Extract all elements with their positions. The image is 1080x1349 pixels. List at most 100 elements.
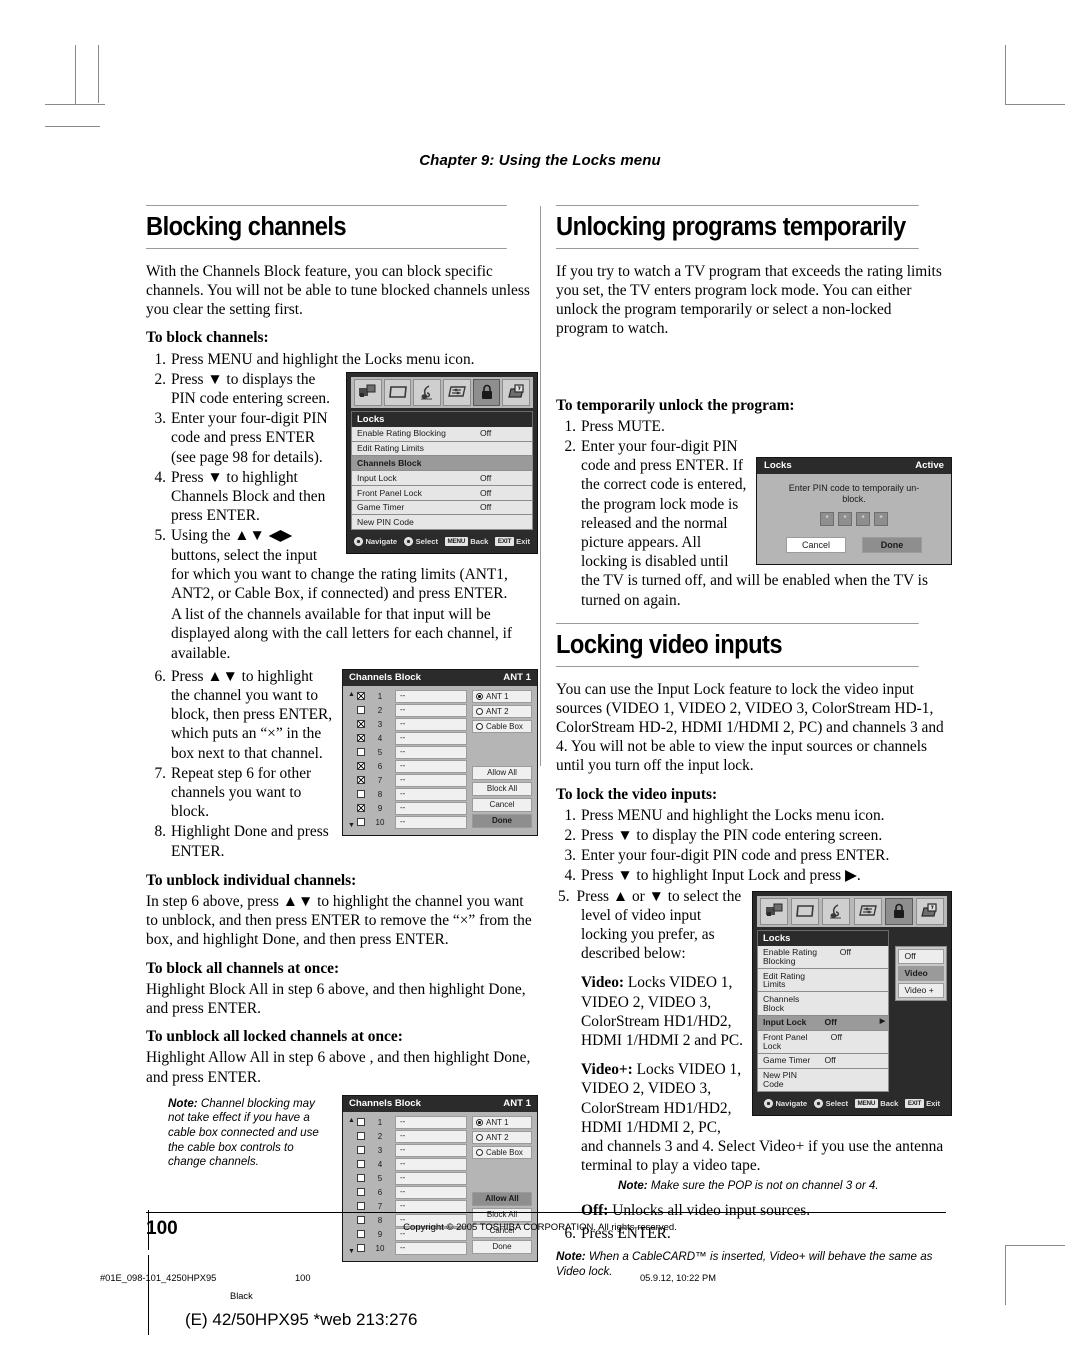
channel-row[interactable]: 9 -- (357, 801, 467, 815)
channel-row[interactable]: 5 -- (357, 1171, 467, 1185)
block-channels-steps: 1. Press MENU and highlight the Locks men… (146, 350, 534, 369)
unblock-individual-paragraph: In step 6 above, press ▲▼ to highlight t… (146, 893, 532, 949)
radio-icon (476, 707, 483, 715)
picture-icon[interactable] (760, 897, 788, 925)
definition-text-off: Unlocks all video input sources. (608, 1202, 811, 1220)
step-text: Press ▲▼ to highlight the channel you wa… (171, 667, 333, 762)
allow-all-button[interactable]: Allow All (472, 765, 532, 780)
channel-row[interactable]: 2 -- (357, 703, 467, 717)
osd-menu-row[interactable]: Game Timer Off (351, 500, 533, 516)
osd-row-label: Enable Rating Blocking (763, 947, 817, 966)
channel-row[interactable]: 7 -- (357, 1199, 467, 1213)
locks-icon[interactable] (884, 897, 913, 925)
note-label: Note: (168, 1096, 198, 1110)
subhead-to-block-channels: To block channels: (146, 329, 269, 347)
channel-row[interactable]: 3 -- (357, 1143, 467, 1157)
osd-row-arrow-icon (878, 1031, 889, 1053)
radio-icon (476, 1133, 483, 1141)
channel-row[interactable]: 5 -- (357, 745, 467, 759)
done-button[interactable]: Done (472, 813, 532, 828)
osd-menu-row[interactable]: Enable Rating Blocking Off (757, 945, 890, 969)
osd-menu-row[interactable]: Enable Rating Blocking Off (351, 426, 533, 442)
cancel-button[interactable]: Cancel (472, 797, 532, 812)
submenu-option-video[interactable]: Video (898, 965, 944, 981)
footer-rule (146, 1212, 946, 1213)
channel-checkbox[interactable] (357, 1174, 365, 1183)
channel-checkbox[interactable] (357, 1160, 365, 1169)
setup-icon[interactable] (915, 897, 944, 925)
channel-row[interactable]: 8 -- (357, 787, 467, 801)
channel-call-letters: -- (395, 815, 467, 829)
osd-menu-row[interactable]: Front Panel Lock Off (757, 1030, 890, 1054)
osd-menu-row[interactable]: Front Panel Lock Off (351, 485, 533, 501)
done-button[interactable]: Done (472, 1239, 532, 1254)
channel-row[interactable]: 7 -- (357, 773, 467, 787)
locks-icon[interactable] (472, 378, 501, 406)
channel-call-letters: -- (395, 1129, 467, 1143)
channel-checkbox[interactable] (357, 1118, 365, 1127)
source-label: ANT 1 (486, 1117, 509, 1127)
dialog-right-panel: ANT 1 ANT 2 Cable Box Allow All Block Al… (472, 689, 532, 830)
settings-icon[interactable] (443, 378, 471, 406)
step-text: Enter your four-digit PIN code and press… (581, 437, 928, 609)
screen-icon[interactable] (791, 897, 820, 925)
channels-block-dialog-1: Channels Block ANT 1 ▲ ▼ 1 -- 2 -- 3 -- 4 --… (342, 668, 538, 836)
osd-row-value: Off (830, 1032, 842, 1043)
channel-checkbox[interactable] (357, 1188, 365, 1197)
osd-menu-row-selected[interactable]: Input Lock Off ▶ (757, 1015, 890, 1031)
block-all-button[interactable]: Block All (472, 781, 532, 796)
audio-icon[interactable] (822, 897, 851, 925)
settings-icon[interactable] (853, 897, 882, 925)
osd-menu-row[interactable]: New PIN Code (757, 1068, 890, 1093)
submenu-option-video-plus[interactable]: Video + (898, 982, 944, 998)
osd-row-label: Edit Rating Limits (357, 443, 424, 454)
scroll-arrows[interactable]: ▲ ▼ (348, 1116, 357, 1256)
step-text: Press ▼ to displays the PIN code enterin… (171, 370, 330, 407)
channel-checkbox[interactable] (357, 1132, 365, 1141)
channel-call-letters: -- (395, 773, 467, 787)
channel-row[interactable]: 10 -- (357, 815, 467, 829)
source-option-ant1[interactable]: ANT 1 (472, 689, 532, 703)
osd-menu-row[interactable]: Channels Block (757, 992, 890, 1016)
osd-menu-row-selected[interactable]: Channels Block (351, 456, 533, 472)
source-option-ant1[interactable]: ANT 1 (472, 1115, 532, 1129)
channel-row[interactable]: 4 -- (357, 1157, 467, 1171)
allow-all-button[interactable]: Allow All (472, 1191, 532, 1206)
osd-menu-row[interactable]: Edit Rating Limits (757, 968, 890, 993)
source-option-ant2[interactable]: ANT 2 (472, 704, 532, 718)
source-label: Cable Box (486, 721, 523, 731)
source-option-cable-box[interactable]: Cable Box (472, 719, 532, 733)
channel-row[interactable]: 6 -- (357, 759, 467, 773)
channel-number: 7 (377, 775, 383, 785)
channel-row[interactable]: 3 -- (357, 717, 467, 731)
scroll-down-arrow[interactable]: ▼ (348, 1248, 357, 1255)
channel-checkbox[interactable] (357, 1244, 365, 1253)
osd-menu-row[interactable]: Edit Rating Limits (351, 441, 533, 457)
print-web-reference: (E) 42/50HPX95 *web 213:276 (185, 1310, 418, 1329)
channel-row[interactable]: 2 -- (357, 1129, 467, 1143)
screen-icon[interactable] (383, 378, 412, 406)
step-number: 4. (154, 468, 166, 486)
channel-call-letters: -- (395, 1143, 467, 1157)
channel-number: 6 (377, 761, 383, 771)
source-option-ant2[interactable]: ANT 2 (472, 1130, 532, 1144)
channel-row[interactable]: 10 -- (357, 1241, 467, 1255)
channel-checkbox[interactable] (357, 1202, 365, 1211)
subhead-temporarily-unlock: To temporarily unlock the program: (556, 396, 795, 414)
channel-row[interactable]: 1 -- (357, 1115, 467, 1129)
note-pop-channel: Note: Make sure the POP is not on channe… (556, 1179, 946, 1194)
channel-row[interactable]: 6 -- (357, 1185, 467, 1199)
audio-icon[interactable] (413, 378, 442, 406)
scroll-up-arrow[interactable]: ▲ (348, 1117, 357, 1124)
osd-menu-row[interactable]: Game Timer Off (757, 1053, 890, 1069)
osd-menu-rows: Enable Rating Blocking Off Edit Rating Li… (351, 426, 533, 531)
submenu-option-off[interactable]: Off (898, 948, 944, 964)
channel-row[interactable]: 1 -- (357, 689, 467, 703)
block-all-button[interactable]: Block All (472, 1207, 532, 1222)
channel-row[interactable]: 4 -- (357, 731, 467, 745)
setup-icon[interactable] (502, 378, 531, 406)
channel-checkbox[interactable] (357, 1146, 365, 1155)
osd-menu-row[interactable]: Input Lock Off (351, 471, 533, 486)
source-option-cable-box[interactable]: Cable Box (472, 1145, 532, 1159)
osd-row-value: Off (480, 487, 492, 498)
